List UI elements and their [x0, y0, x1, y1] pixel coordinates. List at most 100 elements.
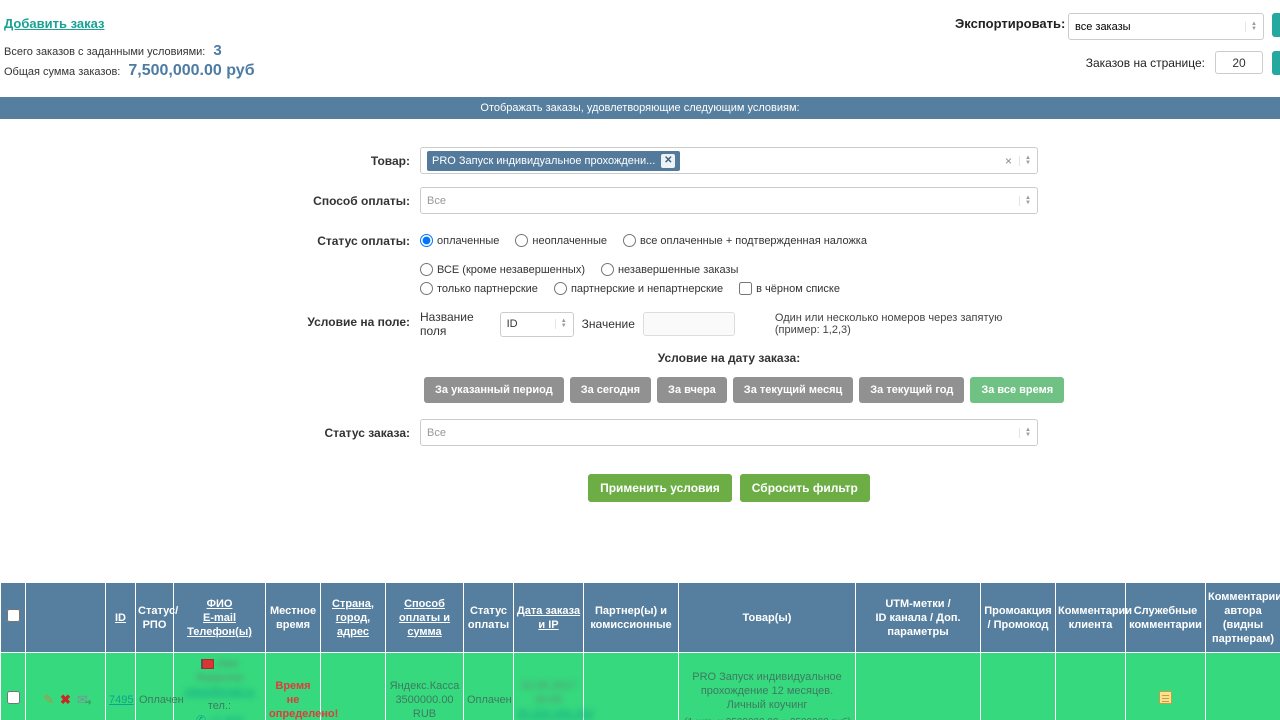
payment-status: Оплачен	[467, 693, 512, 706]
header-email-link[interactable]: E-mail	[203, 612, 236, 624]
table-header-row: ID Статус/РПО ФИО E-mail Телефон(ы) Мест…	[0, 582, 1280, 653]
date-btn-today[interactable]: За сегодня	[569, 377, 652, 403]
radio-partner-only-input[interactable]	[420, 282, 433, 295]
date-btn-current-year[interactable]: За текущий год	[859, 377, 965, 403]
header-client-comments: Комментарии клиента	[1055, 582, 1132, 653]
header-fio: ФИО E-mail Телефон(ы)	[173, 582, 266, 653]
header-actions	[25, 582, 106, 653]
value-label: Значение	[581, 317, 635, 331]
checkbox-blacklist-input[interactable]	[739, 282, 753, 295]
date-btn-all-time[interactable]: За все время	[970, 377, 1065, 403]
radio-all-except-incomplete-input[interactable]	[420, 263, 433, 276]
total-orders-label: Всего заказов с заданными условиями:	[4, 46, 206, 58]
payment-method-select[interactable]: Все ▲ ▼	[420, 187, 1038, 214]
customer-email-link[interactable]: client@mail.ru	[185, 686, 255, 698]
order-ip-link[interactable]: 95.000.000.000	[517, 708, 593, 720]
header-geo: Страна, город, адрес	[320, 582, 386, 653]
per-page-label: Заказов на странице:	[1085, 56, 1205, 70]
spinner-icon[interactable]: ▲ ▼	[1019, 195, 1031, 206]
product-calculation: (1 шт. x 3500000.00 = 3500000 руб)	[682, 716, 852, 720]
per-page-apply-button[interactable]	[1272, 51, 1280, 75]
radio-incomplete-label: незавершенные заказы	[617, 263, 739, 276]
radio-incomplete[interactable]: незавершенные заказы	[600, 263, 739, 276]
radio-unpaid-label: неоплаченные	[532, 234, 607, 247]
delete-icon[interactable]: ✖	[60, 692, 71, 707]
radio-paid-input[interactable]	[420, 234, 433, 247]
export-label: Экспортировать:	[955, 16, 1066, 31]
author-comments-cell	[1205, 652, 1280, 720]
promo-cell	[980, 652, 1056, 720]
header-service-comments: Служебные комментарии	[1125, 582, 1206, 653]
mail-forward-icon[interactable]: ✉ ➜	[77, 692, 92, 707]
header-local-time: Местное время	[265, 582, 321, 653]
header-fio-link[interactable]: ФИО	[207, 598, 233, 610]
date-condition-label: Условие на дату заказа:	[657, 351, 801, 365]
field-condition-label: Условие на поле:	[307, 315, 410, 329]
payment-method-label: Способ оплаты:	[313, 194, 410, 208]
radio-paid[interactable]: оплаченные	[420, 234, 499, 247]
header-status: Статус/РПО	[135, 582, 178, 653]
field-name-value: ID	[506, 318, 518, 330]
phone-icon: ✆	[195, 713, 207, 720]
spinner-icon[interactable]: ▲ ▼	[554, 318, 567, 329]
field-name-label: Название поля	[420, 310, 474, 338]
product-tag: PRO Запуск индивидуальное прохождени... …	[427, 150, 681, 171]
radio-paid-plus-cod-label: все оплаченные + подтвержденная наложка	[639, 234, 867, 247]
value-input[interactable]	[642, 312, 735, 336]
product-multiselect[interactable]: PRO Запуск индивидуальное прохождени... …	[420, 147, 1038, 174]
radio-partner-and-non-input[interactable]	[553, 282, 567, 295]
header-id[interactable]: ID	[115, 612, 126, 624]
radio-partner-only[interactable]: только партнерские	[420, 282, 538, 295]
utm-cell	[855, 652, 981, 720]
export-select-value: все заказы	[1075, 20, 1131, 33]
orders-table: ID Статус/РПО ФИО E-mail Телефон(ы) Мест…	[0, 582, 1280, 720]
clear-icon[interactable]: ×	[1005, 154, 1012, 168]
radio-incomplete-input[interactable]	[600, 263, 614, 276]
header-geo-link[interactable]: Страна,	[332, 598, 374, 610]
export-button[interactable]	[1272, 13, 1280, 37]
payment-method: Яндекс.Касса	[389, 679, 460, 692]
header-pay-status: Статус оплаты	[463, 582, 514, 653]
apply-conditions-button[interactable]: Применить условия	[588, 474, 732, 502]
header-payment-link[interactable]: Способ	[404, 598, 445, 610]
radio-all-except-incomplete[interactable]: ВСЕ (кроме незавершенных)	[420, 263, 585, 276]
add-order-link[interactable]: Добавить заказ	[4, 16, 104, 31]
order-status-select[interactable]: Все ▲ ▼	[420, 419, 1038, 446]
filters-panel: Товар: PRO Запуск индивидуальное прохожд…	[0, 119, 1280, 536]
checkbox-blacklist[interactable]: в чёрном списке	[739, 282, 840, 295]
export-select[interactable]: все заказы ▲ ▼	[1068, 13, 1264, 40]
radio-unpaid-input[interactable]	[515, 234, 529, 247]
order-date: 02.05.2017 20:05	[520, 679, 577, 706]
date-btn-period[interactable]: За указанный период	[424, 377, 564, 403]
header-order-date-link[interactable]: Дата заказа	[517, 605, 580, 617]
spinner-icon[interactable]: ▲ ▼	[1019, 427, 1031, 438]
reset-filter-button[interactable]: Сбросить фильтр	[739, 474, 870, 502]
date-btn-current-month[interactable]: За текущий месяц	[732, 377, 854, 403]
radio-paid-plus-cod[interactable]: все оплаченные + подтвержденная наложка	[622, 234, 867, 247]
note-icon[interactable]	[1159, 691, 1172, 704]
field-condition-hint: Один или несколько номеров через запятую…	[774, 312, 1003, 336]
radio-partner-and-non-label: партнерские и непартнерские	[570, 282, 724, 295]
pay-status-label: Статус оплаты:	[317, 234, 410, 248]
per-page-input[interactable]	[1215, 51, 1263, 74]
remove-product-tag-icon[interactable]: ✕	[661, 153, 676, 168]
field-name-select[interactable]: ID ▲ ▼	[499, 311, 574, 337]
radio-partner-and-non[interactable]: партнерские и непартнерские	[553, 282, 724, 295]
date-btn-yesterday[interactable]: За вчера	[657, 377, 727, 403]
product-tag-label: PRO Запуск индивидуальное прохождени...	[432, 154, 656, 167]
row-checkbox[interactable]	[6, 691, 20, 704]
header-partners: Партнер(ы) и комиссионные	[583, 582, 679, 653]
edit-icon[interactable]: ✎	[43, 692, 54, 707]
radio-unpaid[interactable]: неоплаченные	[515, 234, 607, 247]
order-id-link[interactable]: 7495	[109, 694, 133, 706]
spinner-icon[interactable]: ▲ ▼	[1019, 155, 1031, 166]
select-all-checkbox[interactable]	[6, 609, 20, 622]
order-status-value: Все	[427, 426, 446, 439]
spinner-icon[interactable]: ▲ ▼	[1245, 21, 1257, 32]
radio-paid-plus-cod-input[interactable]	[622, 234, 636, 247]
country-flag-icon	[200, 659, 214, 670]
pay-status-options-row2: только партнерские партнерские и непартн…	[420, 276, 1038, 295]
header-phone-link[interactable]: Телефон(ы)	[187, 626, 252, 638]
conditions-bar: Отображать заказы, удовлетворяющие следу…	[0, 97, 1280, 119]
header-author-comments: Комментарии автора (видны партнерам)	[1205, 582, 1280, 653]
